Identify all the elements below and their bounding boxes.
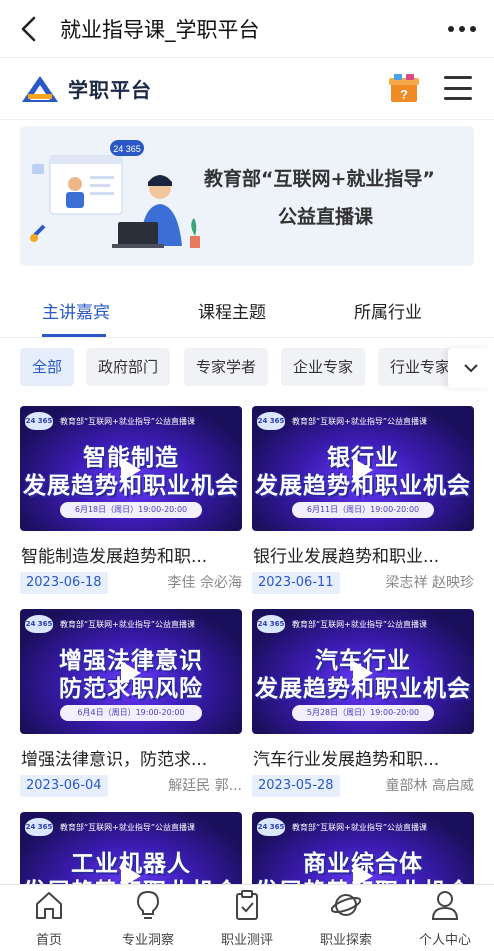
course-thumbnail[interactable]: 24 365 教育部“互联网+就业指导”公益直播课 工业机器人 发展趋势和职业机… (20, 812, 242, 884)
course-speakers: 李佳 佘必海 (167, 575, 242, 591)
thumb-badge: 24 365 (25, 412, 53, 430)
thumb-header: 教育部“互联网+就业指导”公益直播课 (60, 620, 195, 629)
course-speakers: 梁志祥 赵映珍 (385, 575, 474, 591)
course-title[interactable]: 银行业发展趋势和职业... (253, 542, 475, 567)
chip-industry-expert[interactable]: 行业专家 (378, 348, 458, 386)
thumb-header: 教育部“互联网+就业指导”公益直播课 (292, 417, 427, 426)
course-date: 2023-06-04 (20, 775, 108, 797)
course-title[interactable]: 智能制造发展趋势和职... (21, 542, 243, 567)
thumb-header: 教育部“互联网+就业指导”公益直播课 (292, 823, 427, 832)
tab-speakers[interactable]: 主讲嘉宾 (42, 298, 110, 323)
site-header: 学职平台 ? (0, 58, 494, 120)
clipboard-check-icon (236, 890, 258, 920)
back-arrow-icon[interactable] (14, 14, 44, 44)
chip-enterprise[interactable]: 企业专家 (281, 348, 366, 386)
nav-insights[interactable]: 专业洞察 (99, 885, 197, 951)
course-thumbnail[interactable]: 24 365 教育部“互联网+就业指导”公益直播课 增强法律意识 防范求职风险 … (20, 609, 242, 734)
nav-profile[interactable]: 个人中心 (396, 885, 494, 951)
active-tab-indicator (42, 334, 106, 337)
thumb-header: 教育部“互联网+就业指导”公益直播课 (60, 823, 195, 832)
course-card[interactable]: 24 365 教育部“互联网+就业指导”公益直播课 智能制造 发展趋势和职业机会… (20, 406, 242, 596)
course-title[interactable]: 汽车行业发展趋势和职... (253, 745, 475, 770)
play-icon[interactable] (121, 458, 141, 482)
nav-explore[interactable]: 职业探索 (297, 885, 395, 951)
bottom-navigation: 首页 专业洞察 职业测评 职业探索 个人中心 (0, 884, 494, 951)
chip-all[interactable]: 全部 (20, 348, 75, 386)
thumb-date: 5月28日（周日）19:00-20:00 (292, 705, 434, 721)
course-speakers: 童部林 高启威 (385, 778, 474, 794)
course-card[interactable]: 24 365 教育部“互联网+就业指导”公益直播课 银行业 发展趋势和职业机会 … (252, 406, 474, 596)
chevron-down-icon[interactable] (448, 348, 494, 388)
thumb-badge: 24 365 (257, 615, 285, 633)
thumb-badge: 24 365 (257, 412, 285, 430)
nav-label: 个人中心 (418, 933, 471, 948)
logo-icon (20, 74, 60, 104)
category-tabs: 主讲嘉宾 课程主题 所属行业 (0, 290, 494, 338)
banner-subtitle: 公益直播课 (278, 206, 374, 228)
thumb-badge: 24 365 (25, 818, 53, 836)
play-icon[interactable] (353, 661, 373, 685)
logo[interactable]: 学职平台 (20, 74, 152, 104)
thumb-header: 教育部“互联网+就业指导”公益直播课 (292, 620, 427, 629)
thumb-badge: 24 365 (257, 818, 285, 836)
chip-government[interactable]: 政府部门 (86, 348, 171, 386)
course-thumbnail[interactable]: 24 365 教育部“互联网+就业指导”公益直播课 商业综合体 发展趋势和职业机… (252, 812, 474, 884)
promo-banner[interactable]: 24 365 教育部“互联网+就业指导” 公益直播课 (20, 126, 474, 266)
nav-assessment[interactable]: 职业测评 (198, 885, 296, 951)
home-icon (36, 892, 62, 919)
thumb-date: 6月11日（周日）19:00-20:00 (292, 502, 434, 518)
hamburger-icon[interactable] (444, 76, 472, 100)
nav-label: 职业测评 (220, 933, 273, 948)
person-icon (431, 891, 459, 920)
course-thumbnail[interactable]: 24 365 教育部“互联网+就业指导”公益直播课 汽车行业 发展趋势和职业机会… (252, 609, 474, 734)
nav-home[interactable]: 首页 (0, 885, 98, 951)
play-icon[interactable] (121, 661, 141, 685)
course-thumbnail[interactable]: 24 365 教育部“互联网+就业指导”公益直播课 银行业 发展趋势和职业机会 … (252, 406, 474, 531)
course-date: 2023-05-28 (252, 775, 340, 797)
page-title: 就业指导课_学职平台 (60, 17, 260, 42)
play-icon[interactable] (121, 864, 141, 884)
more-icon[interactable] (448, 17, 476, 41)
nav-label: 职业探索 (319, 933, 372, 948)
banner-illustration: 24 365 (30, 140, 200, 248)
thumb-date: 6月18日（周日）19:00-20:00 (60, 502, 202, 518)
logo-text: 学职平台 (68, 78, 152, 102)
chip-experts[interactable]: 专家学者 (184, 348, 269, 386)
mystery-box-icon[interactable]: ? (388, 72, 420, 104)
course-date: 2023-06-11 (252, 572, 340, 594)
lightbulb-icon (136, 890, 160, 919)
svg-text:?: ? (400, 87, 408, 102)
course-speakers: 解廷民 郭... (168, 778, 242, 794)
planet-icon (331, 894, 361, 916)
thumb-badge: 24 365 (25, 615, 53, 633)
banner-tag: 24 365 (113, 144, 141, 154)
thumb-header: 教育部“互联网+就业指导”公益直播课 (60, 417, 195, 426)
course-thumbnail[interactable]: 24 365 教育部“互联网+就业指导”公益直播课 智能制造 发展趋势和职业机会… (20, 406, 242, 531)
course-card[interactable]: 24 365 教育部“互联网+就业指导”公益直播课 增强法律意识 防范求职风险 … (20, 609, 242, 799)
course-card[interactable]: 24 365 教育部“互联网+就业指导”公益直播课 工业机器人 发展趋势和职业机… (20, 812, 242, 884)
course-card[interactable]: 24 365 教育部“互联网+就业指导”公益直播课 汽车行业 发展趋势和职业机会… (252, 609, 474, 799)
tab-industry[interactable]: 所属行业 (354, 298, 422, 323)
banner-title: 教育部“互联网+就业指导” (204, 168, 435, 190)
course-date: 2023-06-18 (20, 572, 108, 594)
play-icon[interactable] (353, 864, 373, 884)
tab-course-theme[interactable]: 课程主题 (198, 298, 266, 323)
filter-chips: 全部 政府部门 专家学者 企业专家 行业专家 (0, 348, 494, 388)
course-title[interactable]: 增强法律意识，防范求... (21, 745, 243, 770)
app-top-bar: 就业指导课_学职平台 (0, 0, 494, 58)
play-icon[interactable] (353, 458, 373, 482)
course-card[interactable]: 24 365 教育部“互联网+就业指导”公益直播课 商业综合体 发展趋势和职业机… (252, 812, 474, 884)
nav-label: 首页 (35, 933, 62, 948)
thumb-date: 6月4日（周日）19:00-20:00 (60, 705, 202, 721)
nav-label: 专业洞察 (121, 933, 174, 948)
